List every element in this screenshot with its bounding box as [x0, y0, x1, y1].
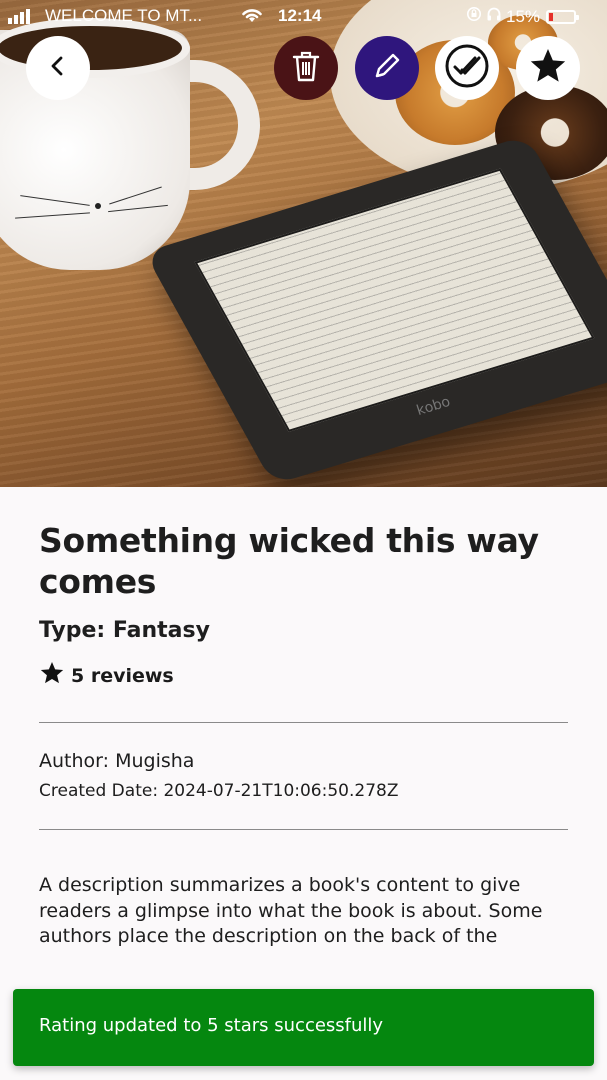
clock-time: 12:14 — [278, 6, 322, 25]
double-check-icon — [444, 43, 490, 94]
battery-icon — [546, 9, 580, 24]
status-right: 15% — [466, 6, 580, 27]
signal-icon — [8, 9, 30, 24]
rate-button[interactable] — [516, 36, 580, 100]
star-icon — [528, 46, 568, 91]
edit-button[interactable] — [355, 36, 419, 100]
headphones-icon — [486, 6, 502, 27]
star-icon — [39, 660, 65, 691]
book-type: Type: Fantasy — [39, 618, 210, 643]
book-details: Something wicked this way comes Type: Fa… — [39, 520, 569, 691]
toast-message: Rating updated to 5 stars successfully — [39, 1015, 384, 1036]
book-description: A description summarizes a book's conten… — [39, 874, 543, 947]
cat-nose — [95, 203, 101, 209]
mark-done-button[interactable] — [435, 36, 499, 100]
carrier-name: WELCOME TO MT... — [45, 6, 203, 25]
book-author: Author: Mugisha — [39, 750, 195, 772]
status-bar: WELCOME TO MT... 12:14 15% — [0, 0, 607, 34]
orientation-lock-icon — [466, 6, 482, 27]
pencil-icon — [372, 51, 402, 86]
divider — [39, 829, 568, 830]
created-date: Created Date: 2024-07-21T10:06:50.278Z — [39, 781, 399, 801]
trash-icon — [291, 49, 321, 88]
book-title: Something wicked this way comes — [39, 521, 539, 601]
divider — [39, 722, 568, 723]
delete-button[interactable] — [274, 36, 338, 100]
ereader-brand: kobo — [413, 394, 454, 419]
reviews-row: 5 reviews — [39, 660, 569, 691]
success-toast: Rating updated to 5 stars successfully — [13, 989, 594, 1066]
back-button[interactable] — [26, 36, 90, 100]
reviews-count: 5 reviews — [71, 664, 174, 687]
wifi-icon — [240, 6, 264, 29]
battery-percent: 15% — [506, 6, 541, 26]
chevron-left-icon — [47, 55, 69, 82]
